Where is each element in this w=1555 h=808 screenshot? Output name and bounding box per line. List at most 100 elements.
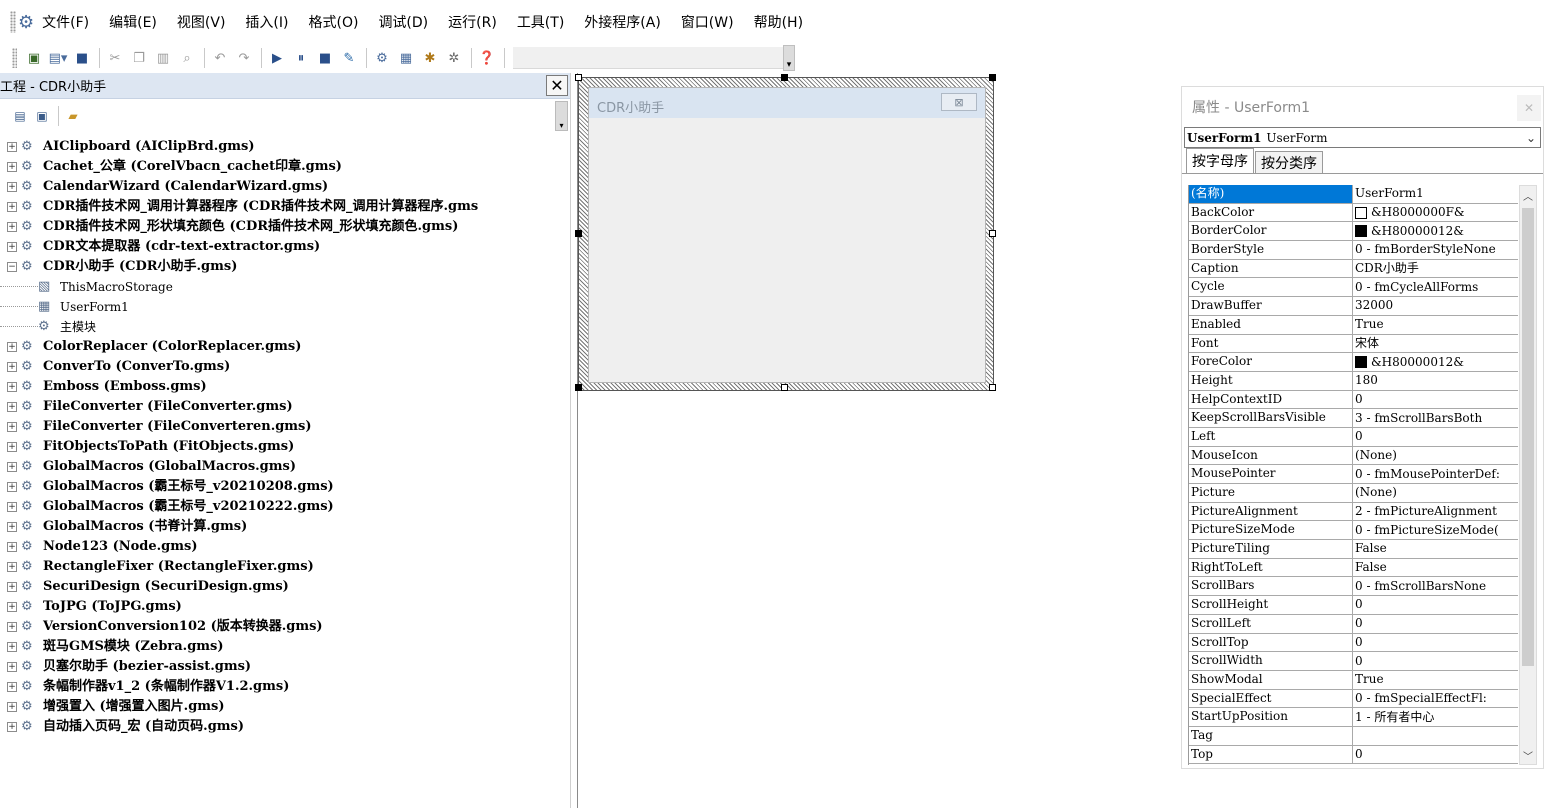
property-row[interactable]: Height 180: [1189, 371, 1518, 391]
menu-format[interactable]: 格式(O): [308, 12, 358, 32]
tree-item[interactable]: + ⚙ CalendarWizard (CalendarWizard.gms): [0, 177, 570, 197]
tree-item[interactable]: + ⚙ ToJPG (ToJPG.gms): [0, 597, 570, 617]
property-value[interactable]: 0 - fmScrollBarsNone: [1353, 577, 1518, 595]
property-row[interactable]: DrawBuffer 32000: [1189, 297, 1518, 316]
expand-icon[interactable]: +: [7, 482, 17, 492]
expand-icon[interactable]: +: [7, 662, 17, 672]
scroll-up-icon[interactable]: ︿: [1520, 186, 1536, 204]
close-icon[interactable]: ⊠: [941, 93, 977, 111]
property-row[interactable]: Caption CDR小助手: [1189, 259, 1518, 279]
userform-preview[interactable]: CDR小助手 ⊠: [588, 87, 986, 383]
userform-title-bar[interactable]: CDR小助手 ⊠: [589, 88, 985, 118]
tree-item[interactable]: + ⚙ Emboss (Emboss.gms): [0, 377, 570, 397]
property-value[interactable]: False: [1353, 559, 1518, 577]
project-explorer-icon[interactable]: ⚙: [371, 47, 393, 69]
menu-edit[interactable]: 编辑(E): [109, 12, 157, 32]
expand-icon[interactable]: +: [7, 162, 17, 172]
property-row[interactable]: Tag: [1189, 726, 1518, 746]
tree-item[interactable]: + ⚙ FileConverter (FileConverteren.gms): [0, 417, 570, 437]
design-mode-icon[interactable]: ✎: [338, 47, 360, 69]
property-row[interactable]: Enabled True: [1189, 315, 1518, 335]
save-icon[interactable]: ■: [71, 47, 93, 69]
property-value[interactable]: (None): [1353, 484, 1518, 502]
menu-window[interactable]: 窗口(W): [681, 12, 734, 32]
property-row[interactable]: ForeColor &H80000012&: [1189, 353, 1518, 372]
property-row[interactable]: Top 0: [1189, 745, 1518, 765]
menu-tools[interactable]: 工具(T): [517, 12, 564, 32]
tree-item[interactable]: + ⚙ CDR文本提取器 (cdr-text-extractor.gms): [0, 237, 570, 257]
property-value[interactable]: CDR小助手: [1353, 260, 1518, 278]
scroll-down-icon[interactable]: ﹀: [1520, 746, 1536, 764]
property-value[interactable]: &H8000000F&: [1353, 204, 1518, 222]
expand-icon[interactable]: +: [7, 382, 17, 392]
tree-item[interactable]: + ⚙ GlobalMacros (霸王标号_v20210222.gms): [0, 497, 570, 517]
menu-insert[interactable]: 插入(I): [245, 12, 288, 32]
view-object-icon[interactable]: ▣: [32, 107, 52, 125]
property-value[interactable]: 1 - 所有者中心: [1353, 708, 1518, 726]
property-value[interactable]: UserForm1: [1353, 185, 1518, 203]
property-row[interactable]: PictureSizeMode 0 - fmPictureSizeMode(: [1189, 521, 1518, 541]
undo-icon[interactable]: ↶: [209, 47, 231, 69]
resize-handle-w[interactable]: [575, 230, 582, 237]
property-value[interactable]: &H80000012&: [1353, 353, 1518, 371]
property-row[interactable]: Picture (None): [1189, 484, 1518, 503]
menu-addins[interactable]: 外接程序(A): [584, 12, 661, 32]
property-value[interactable]: False: [1353, 540, 1518, 558]
view-code-icon[interactable]: ▤: [10, 107, 30, 125]
property-row[interactable]: HelpContextID 0: [1189, 390, 1518, 410]
tree-item[interactable]: + ⚙ ConverTo (ConverTo.gms): [0, 357, 570, 377]
property-value[interactable]: 0: [1353, 428, 1518, 446]
tree-item[interactable]: + ⚙ Cachet_公章 (CorelVbacn_cachet印章.gms): [0, 157, 570, 177]
property-value[interactable]: 0 - fmSpecialEffectFl:: [1353, 690, 1518, 708]
tab-categorized[interactable]: 按分类序: [1255, 151, 1323, 173]
tree-item[interactable]: + ⚙ SecuriDesign (SecuriDesign.gms): [0, 577, 570, 597]
menu-file[interactable]: 文件(F): [42, 12, 89, 32]
form-selection-frame[interactable]: CDR小助手 ⊠: [575, 74, 996, 391]
property-value[interactable]: &H80000012&: [1353, 222, 1518, 240]
menu-grip[interactable]: [10, 11, 16, 33]
tree-item[interactable]: + ⚙ FileConverter (FileConverter.gms): [0, 397, 570, 417]
expand-icon[interactable]: +: [7, 462, 17, 472]
tree-child-item[interactable]: ▧ ThisMacroStorage: [0, 277, 570, 297]
menu-debug[interactable]: 调试(D): [378, 12, 428, 32]
property-row[interactable]: ScrollLeft 0: [1189, 614, 1518, 634]
close-icon[interactable]: ✕: [1517, 95, 1541, 121]
property-row[interactable]: BackColor &H8000000F&: [1189, 203, 1518, 223]
cut-icon[interactable]: ✂: [104, 47, 126, 69]
tree-item[interactable]: + ⚙ RectangleFixer (RectangleFixer.gms): [0, 557, 570, 577]
run-icon[interactable]: ▶: [266, 47, 288, 69]
tree-item[interactable]: + ⚙ 增强置入 (增强置入图片.gms): [0, 697, 570, 717]
collapse-icon[interactable]: −: [7, 262, 17, 272]
break-icon[interactable]: ⏸: [290, 47, 312, 69]
expand-icon[interactable]: +: [7, 502, 17, 512]
tab-alphabetic[interactable]: 按字母序: [1186, 148, 1254, 173]
expand-icon[interactable]: +: [7, 702, 17, 712]
resize-handle-se[interactable]: [989, 384, 996, 391]
toolbox-icon[interactable]: ✲: [443, 47, 465, 69]
toolbar-overflow-chevron[interactable]: ▾: [783, 45, 795, 71]
property-row[interactable]: Cycle 0 - fmCycleAllForms: [1189, 278, 1518, 298]
properties-title-bar[interactable]: 属性 - UserForm1 ✕: [1182, 87, 1543, 127]
tree-child-item[interactable]: ⚙ 主模块: [0, 317, 570, 337]
tree-item[interactable]: + ⚙ ColorReplacer (ColorReplacer.gms): [0, 337, 570, 357]
find-icon[interactable]: ⌕: [176, 47, 198, 69]
expand-icon[interactable]: +: [7, 722, 17, 732]
property-value[interactable]: 0: [1353, 615, 1518, 633]
expand-icon[interactable]: +: [7, 522, 17, 532]
property-row[interactable]: SpecialEffect 0 - fmSpecialEffectFl:: [1189, 689, 1518, 709]
tree-item[interactable]: + ⚙ CDR插件技术网_形状填充颜色 (CDR插件技术网_形状填充颜色.gms): [0, 217, 570, 237]
expand-icon[interactable]: +: [7, 402, 17, 412]
tree-child-item[interactable]: ▦ UserForm1: [0, 297, 570, 317]
tree-item[interactable]: + ⚙ GlobalMacros (GlobalMacros.gms): [0, 457, 570, 477]
property-row[interactable]: MouseIcon (None): [1189, 446, 1518, 466]
tree-item[interactable]: + ⚙ VersionConversion102 (版本转换器.gms): [0, 617, 570, 637]
menu-run[interactable]: 运行(R): [448, 12, 497, 32]
tree-item[interactable]: + ⚙ CDR插件技术网_调用计算器程序 (CDR插件技术网_调用计算器程序.gms: [0, 197, 570, 217]
help-icon[interactable]: ❓: [476, 47, 498, 69]
project-toolbar-overflow[interactable]: ▾: [555, 101, 568, 131]
expand-icon[interactable]: +: [7, 182, 17, 192]
property-row[interactable]: KeepScrollBarsVisible 3 - fmScrollBarsBot…: [1189, 409, 1518, 428]
tree-item[interactable]: + ⚙ Node123 (Node.gms): [0, 537, 570, 557]
resize-handle-nw[interactable]: [575, 74, 582, 81]
resize-handle-ne[interactable]: [989, 74, 996, 81]
